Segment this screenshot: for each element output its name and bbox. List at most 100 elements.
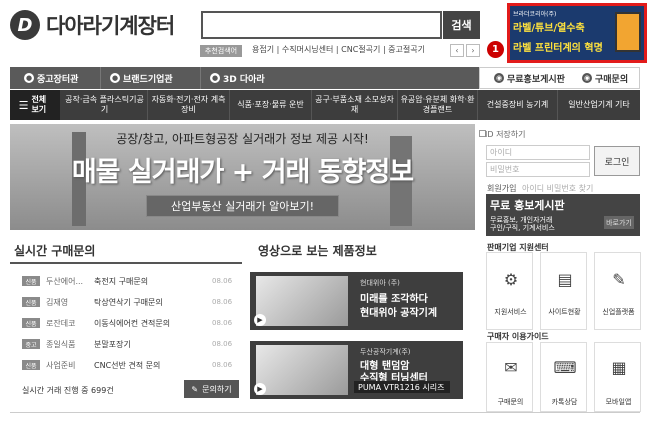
- hero-cta-button[interactable]: 산업부동산 실거래가 알아보기!: [146, 195, 339, 217]
- list-item[interactable]: 신품 로잔데코 이동식에어컨 견적문의 08.06: [22, 317, 232, 329]
- video-company: 두산공작기계(주): [360, 348, 411, 356]
- machine-image: [256, 276, 348, 326]
- buyer-guide-grid: ✉ 구매문의 ⌨ 카톡상담 ▦ 모바일앱: [486, 342, 642, 412]
- save-id-label: ID 저장하기: [485, 130, 526, 139]
- site-logo[interactable]: D 다아라기계장터: [10, 8, 190, 42]
- machine-image: [256, 345, 348, 395]
- search-button[interactable]: 검색: [443, 11, 480, 39]
- inquiry-subject: 이동식에어컨 견적문의: [94, 318, 171, 328]
- find-account-link[interactable]: 아이디 비밀번호 찾기: [522, 183, 593, 194]
- inquiry-subject: 축전지 구매문의: [94, 276, 149, 286]
- search-input[interactable]: [201, 11, 442, 39]
- promo-line: 구인/구직, 기계서비스: [490, 224, 555, 232]
- buyer-purchase-inquiry[interactable]: ✉ 구매문의: [486, 342, 533, 412]
- tab-dot-icon: ●: [24, 73, 34, 83]
- company-name: 사업준비: [46, 360, 76, 370]
- video-headline: 미래를 조각하다: [360, 294, 428, 305]
- tab-3d[interactable]: ● 3D 다아라: [210, 67, 265, 89]
- video-section-title: 영상으로 보는 제품정보: [258, 244, 377, 258]
- ad-tagline: 라벨 프린터계의 혁명: [513, 43, 603, 54]
- buyer-guide-title: 구매자 이용가이드: [487, 332, 549, 341]
- inquiry-button[interactable]: ✎ 문의하기: [184, 380, 239, 398]
- live-deal-count: 실시간 거래 진행 중 699건: [22, 386, 114, 395]
- company-name: 종일식품: [46, 339, 76, 349]
- seller-support-grid: ⚙ 지원서비스 ▤ 사이트현황 ✎ 신업플랫폼: [486, 252, 642, 330]
- inquiry-subject: 분말포장기: [94, 339, 131, 349]
- seller-support-service[interactable]: ⚙ 지원서비스: [486, 252, 533, 330]
- list-item[interactable]: 중고 종일식품 분말포장기 08.06: [22, 338, 232, 350]
- seller-site-status[interactable]: ▤ 사이트현황: [540, 252, 587, 330]
- category-food-packaging[interactable]: 식품·포장·물류 운반: [230, 90, 312, 120]
- hero-banner[interactable]: 공장/창고, 아파트형공장 실거래가 정보 제공 시작! 매물 실거래가 + 거…: [10, 124, 475, 230]
- mobile-app-icon: ▦: [611, 357, 627, 377]
- condition-badge: 신품: [22, 297, 40, 307]
- section-divider: [10, 262, 242, 264]
- logo-mark-icon: D: [10, 10, 40, 40]
- all-categories-button[interactable]: ☰ 전체 보기: [10, 90, 60, 120]
- hero-title: 매물 실거래가 + 거래 동향정보: [71, 157, 414, 188]
- condition-badge: 중고: [22, 339, 40, 349]
- tab-purchase-inquiry[interactable]: ◉ 구매문의: [582, 67, 628, 89]
- category-tools-parts[interactable]: 공구·부품소재 소모성자재: [312, 90, 398, 120]
- keywords-next-button[interactable]: ›: [466, 44, 480, 57]
- id-field[interactable]: 아이디: [486, 145, 590, 160]
- menu-icon: ☰: [18, 98, 29, 112]
- service-icon: ⚙: [503, 269, 519, 289]
- label-printer-ad-banner[interactable]: 브라더코리아(주) 라벨/튜브/열수축 라벨 프린터계의 혁명: [507, 3, 647, 63]
- annotation-marker: 1: [487, 41, 504, 58]
- inquiry-subject: 탁상연삭기 구매문의: [94, 297, 163, 307]
- free-promo-board-banner[interactable]: 무료 홍보게시판 무료홍보, 개인자거래 구인/구직, 기계서비스 바로가기: [486, 194, 640, 236]
- play-icon[interactable]: ▶: [254, 383, 266, 395]
- mail-icon: ✉: [504, 357, 518, 377]
- chat-icon: ◉: [582, 73, 592, 83]
- buyer-kakao-chat[interactable]: ⌨ 카톡상담: [540, 342, 587, 412]
- inquiry-date: 08.06: [212, 361, 233, 369]
- keywords-prev-button[interactable]: ‹: [450, 44, 464, 57]
- logo-text: 다아라기계장터: [46, 14, 175, 38]
- list-item[interactable]: 신품 두산에어... 축전지 구매문의 08.06: [22, 275, 232, 287]
- video-card[interactable]: ▶ 두산공작기계(주) 대형 탠덤암 수직형 터닝센터 PUMA VTR1216…: [250, 341, 463, 399]
- tab-divider: [200, 67, 201, 89]
- list-item[interactable]: 신품 사업준비 CNC선반 견적 문의 08.06: [22, 359, 232, 371]
- condition-badge: 신품: [22, 276, 40, 286]
- recommended-keywords[interactable]: 용접기 | 수직머시닝센터 | CNC절곡기 | 중고절곡기: [252, 44, 425, 55]
- login-button[interactable]: 로그인: [594, 146, 640, 176]
- keyboard-icon: ⌨: [553, 357, 577, 377]
- tab-divider: [100, 67, 101, 89]
- pencil-icon: ✎: [191, 384, 199, 394]
- condition-badge: 신품: [22, 318, 40, 328]
- category-hydraulics-chemical[interactable]: 유공압·유분체 화학·환경플랜트: [398, 90, 478, 120]
- megaphone-icon: ◉: [494, 73, 504, 83]
- company-name: 김재영: [46, 297, 69, 307]
- inquiry-date: 08.06: [212, 277, 233, 285]
- hero-subtitle: 공장/창고, 아파트형공장 실거래가 정보 제공 시작!: [116, 132, 369, 146]
- video-card[interactable]: ▶ 현대위아 (주) 미래를 조각하다 현대위아 공작기계: [250, 272, 463, 330]
- tab-promo-board[interactable]: ◉ 무료홍보게시판: [494, 67, 565, 89]
- signup-link[interactable]: 회원가입: [487, 183, 516, 194]
- platform-icon: ✎: [612, 269, 626, 289]
- buyer-mobile-app[interactable]: ▦ 모바일앱: [594, 342, 641, 412]
- company-name: 로잔데코: [46, 318, 76, 328]
- tab-brand[interactable]: ● 브랜드기업관: [110, 67, 173, 89]
- seller-platform[interactable]: ✎ 신업플랫폼: [594, 252, 641, 330]
- video-headline: 현대위아 공작기계: [360, 308, 438, 319]
- password-field[interactable]: 비밀번호: [486, 162, 590, 177]
- category-general[interactable]: 일반산업기계 기타: [558, 90, 640, 120]
- category-automation[interactable]: 자동화·전기·전자 계측장비: [148, 90, 230, 120]
- inquiry-subject: CNC선반 견적 문의: [94, 360, 161, 370]
- inquiry-date: 08.06: [212, 298, 233, 306]
- recommended-keywords-badge: 추천검색어: [200, 45, 242, 57]
- list-item[interactable]: 신품 김재영 탁상연삭기 구매문의 08.06: [22, 296, 232, 308]
- company-name: 두산에어...: [46, 276, 84, 286]
- live-inquiry-title: 실시간 구매문의: [14, 244, 96, 258]
- category-construction[interactable]: 건설중장비 농기계: [478, 90, 558, 120]
- footer-divider: [10, 412, 640, 413]
- play-icon[interactable]: ▶: [254, 314, 266, 326]
- promo-title: 무료 홍보게시판: [490, 199, 565, 212]
- category-metal-working[interactable]: 공작·금속 플라스틱기공기: [62, 90, 148, 120]
- promo-go-button[interactable]: 바로가기: [604, 216, 634, 229]
- tab-dot-icon: ●: [110, 73, 120, 83]
- chart-icon: ▤: [557, 269, 573, 289]
- tab-used-market[interactable]: ● 중고장터관: [24, 67, 78, 89]
- inquiry-date: 08.06: [212, 340, 233, 348]
